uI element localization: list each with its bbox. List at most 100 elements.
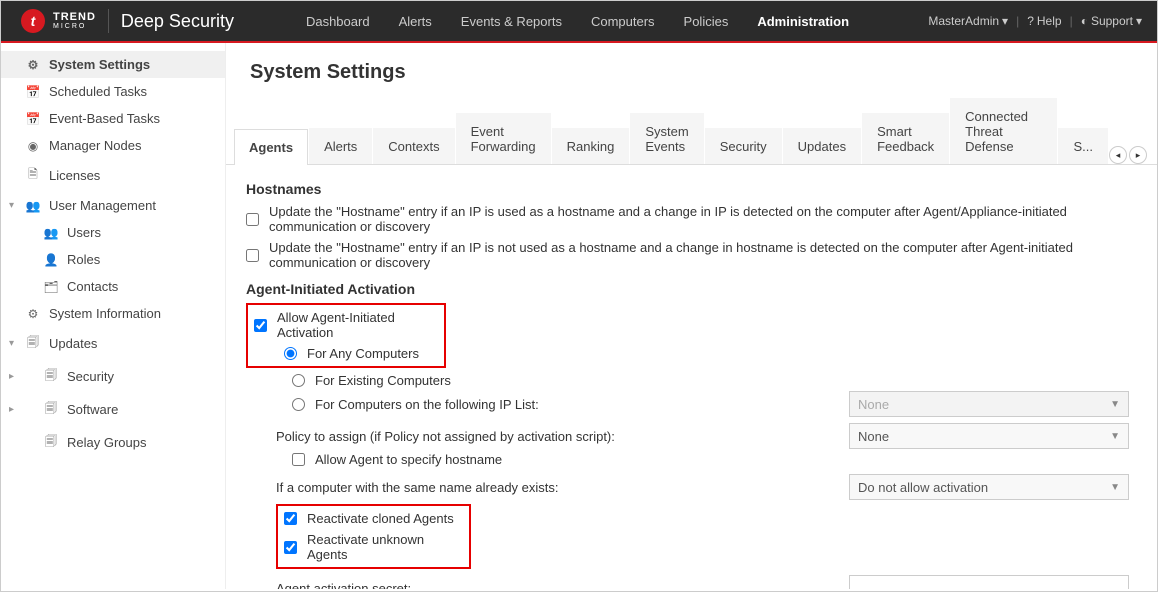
secret-input[interactable] [849,575,1129,589]
sidebar-item-manager-nodes[interactable]: ◉Manager Nodes [1,132,225,159]
tab-overflow[interactable]: S... [1058,128,1108,164]
support-icon: ◐ [1081,14,1088,28]
calendar-icon: 📅 [25,112,41,126]
support-link[interactable]: ◐ Support ▾ [1081,14,1142,28]
sidebar-item-updates[interactable]: ▾🗐Updates [1,327,225,360]
for-existing-label: For Existing Computers [315,373,451,388]
tab-connected-threat-defense[interactable]: Connected Threat Defense [950,98,1057,164]
node-icon: ◉ [25,139,41,153]
sidebar-item-relay-groups[interactable]: 🗐Relay Groups [1,426,225,459]
tab-agents[interactable]: Agents [234,129,308,165]
stack-icon: 🗐 [43,366,59,387]
for-any-radio[interactable] [284,347,297,360]
brand-bottom: MICRO [53,23,96,30]
nav-administration[interactable]: Administration [745,1,861,42]
stack-icon: 🗐 [43,432,59,453]
tab-system-events[interactable]: System Events [630,113,703,164]
for-any-label: For Any Computers [307,346,419,361]
sidebar-item-software[interactable]: ▸🗐Software [1,393,225,426]
tab-smart-feedback[interactable]: Smart Feedback [862,113,949,164]
brand-area: t TREND MICRO Deep Security [1,1,254,41]
hostnames-ip-change-checkbox[interactable] [246,213,259,226]
sidebar-item-users[interactable]: 👥Users [1,219,225,246]
policy-assign-label: Policy to assign (if Policy not assigned… [276,429,615,444]
brand-top: TREND [53,12,96,23]
for-existing-radio[interactable] [292,374,305,387]
allow-activation-label: Allow Agent-Initiated Activation [277,310,438,340]
sidebar-item-event-based-tasks[interactable]: 📅Event-Based Tasks [1,105,225,132]
top-header: t TREND MICRO Deep Security Dashboard Al… [1,1,1157,43]
sidebar-item-licenses[interactable]: 🗎Licenses [1,159,225,192]
sidebar-item-system-settings[interactable]: ⚙System Settings [1,51,225,78]
tab-security[interactable]: Security [705,128,782,164]
hostnames-ip-change-label: Update the "Hostname" entry if an IP is … [269,204,1137,234]
caret-down-icon: ▾ [1136,14,1142,28]
nav-alerts[interactable]: Alerts [387,1,444,42]
hostnames-name-change-label: Update the "Hostname" entry if an IP is … [269,240,1137,270]
header-right: MasterAdmin ▾ | ? Help | ◐ Support ▾ [928,14,1157,28]
same-name-label: If a computer with the same name already… [276,480,559,495]
allow-activation-checkbox[interactable] [254,319,267,332]
allow-hostname-label: Allow Agent to specify hostname [315,452,502,467]
nav-dashboard[interactable]: Dashboard [294,1,382,42]
chevron-down-icon[interactable]: ▾ [9,200,19,211]
tab-content: Hostnames Update the "Hostname" entry if… [226,165,1157,589]
page-title: System Settings [226,43,1157,98]
tab-contexts[interactable]: Contexts [373,128,454,164]
caret-down-icon: ▼ [1110,482,1120,493]
tab-alerts[interactable]: Alerts [309,128,372,164]
sidebar-item-scheduled-tasks[interactable]: 📅Scheduled Tasks [1,78,225,105]
gear-icon: ⚙ [25,58,41,72]
main-nav: Dashboard Alerts Events & Reports Comput… [294,1,861,42]
sidebar-item-contacts[interactable]: 🗂Contacts [1,273,225,300]
tab-event-forwarding[interactable]: Event Forwarding [456,113,551,164]
allow-hostname-checkbox[interactable] [292,453,305,466]
policy-select[interactable]: None▼ [849,423,1129,449]
help-icon: ? [1027,14,1034,28]
for-iplist-radio[interactable] [292,398,305,411]
sidebar-item-user-management[interactable]: ▾👥User Management [1,192,225,219]
nav-computers[interactable]: Computers [579,1,667,42]
nav-events-reports[interactable]: Events & Reports [449,1,574,42]
chevron-right-icon[interactable]: ▸ [9,404,19,415]
reactivate-unknown-checkbox[interactable] [284,541,297,554]
users-icon: 👥 [43,226,59,240]
sidebar: ⚙System Settings 📅Scheduled Tasks 📅Event… [1,43,226,589]
caret-down-icon: ▼ [1110,399,1120,410]
info-icon: ⚙ [25,307,41,321]
tab-scroll-controls: ◂ ▸ [1109,146,1147,164]
for-iplist-label: For Computers on the following IP List: [315,397,539,412]
brand-text: TREND MICRO [53,12,96,30]
doc-icon: 🗎 [25,165,41,186]
chevron-right-icon[interactable]: ▸ [9,371,19,382]
user-menu[interactable]: MasterAdmin ▾ [928,14,1008,28]
iplist-select[interactable]: None▼ [849,391,1129,417]
updates-icon: 🗐 [25,333,41,354]
sidebar-item-roles[interactable]: 👤Roles [1,246,225,273]
calendar-icon: 📅 [25,85,41,99]
help-link[interactable]: ? Help [1027,14,1061,28]
tab-scroll-right[interactable]: ▸ [1129,146,1147,164]
hostnames-name-change-checkbox[interactable] [246,249,259,262]
highlight-reactivate: Reactivate cloned Agents Reactivate unkn… [276,504,471,569]
tab-ranking[interactable]: Ranking [552,128,630,164]
sidebar-item-security[interactable]: ▸🗐Security [1,360,225,393]
reactivate-unknown-label: Reactivate unknown Agents [307,532,463,562]
main-area: System Settings Agents Alerts Contexts E… [226,43,1157,589]
sidebar-item-system-information[interactable]: ⚙System Information [1,300,225,327]
tab-scroll-left[interactable]: ◂ [1109,146,1127,164]
chevron-down-icon[interactable]: ▾ [9,338,19,349]
tab-updates[interactable]: Updates [783,128,861,164]
reactivate-cloned-checkbox[interactable] [284,512,297,525]
highlight-allow-activation: Allow Agent-Initiated Activation For Any… [246,303,446,368]
caret-down-icon: ▼ [1110,431,1120,442]
tabs-row: Agents Alerts Contexts Event Forwarding … [226,98,1157,165]
activation-heading: Agent-Initiated Activation [246,281,1137,297]
trend-logo-icon: t [21,9,45,33]
secret-label: Agent activation secret: [276,581,411,590]
roles-icon: 👤 [43,253,59,267]
users-icon: 👥 [25,199,41,213]
stack-icon: 🗐 [43,399,59,420]
same-name-select[interactable]: Do not allow activation▼ [849,474,1129,500]
nav-policies[interactable]: Policies [672,1,741,42]
